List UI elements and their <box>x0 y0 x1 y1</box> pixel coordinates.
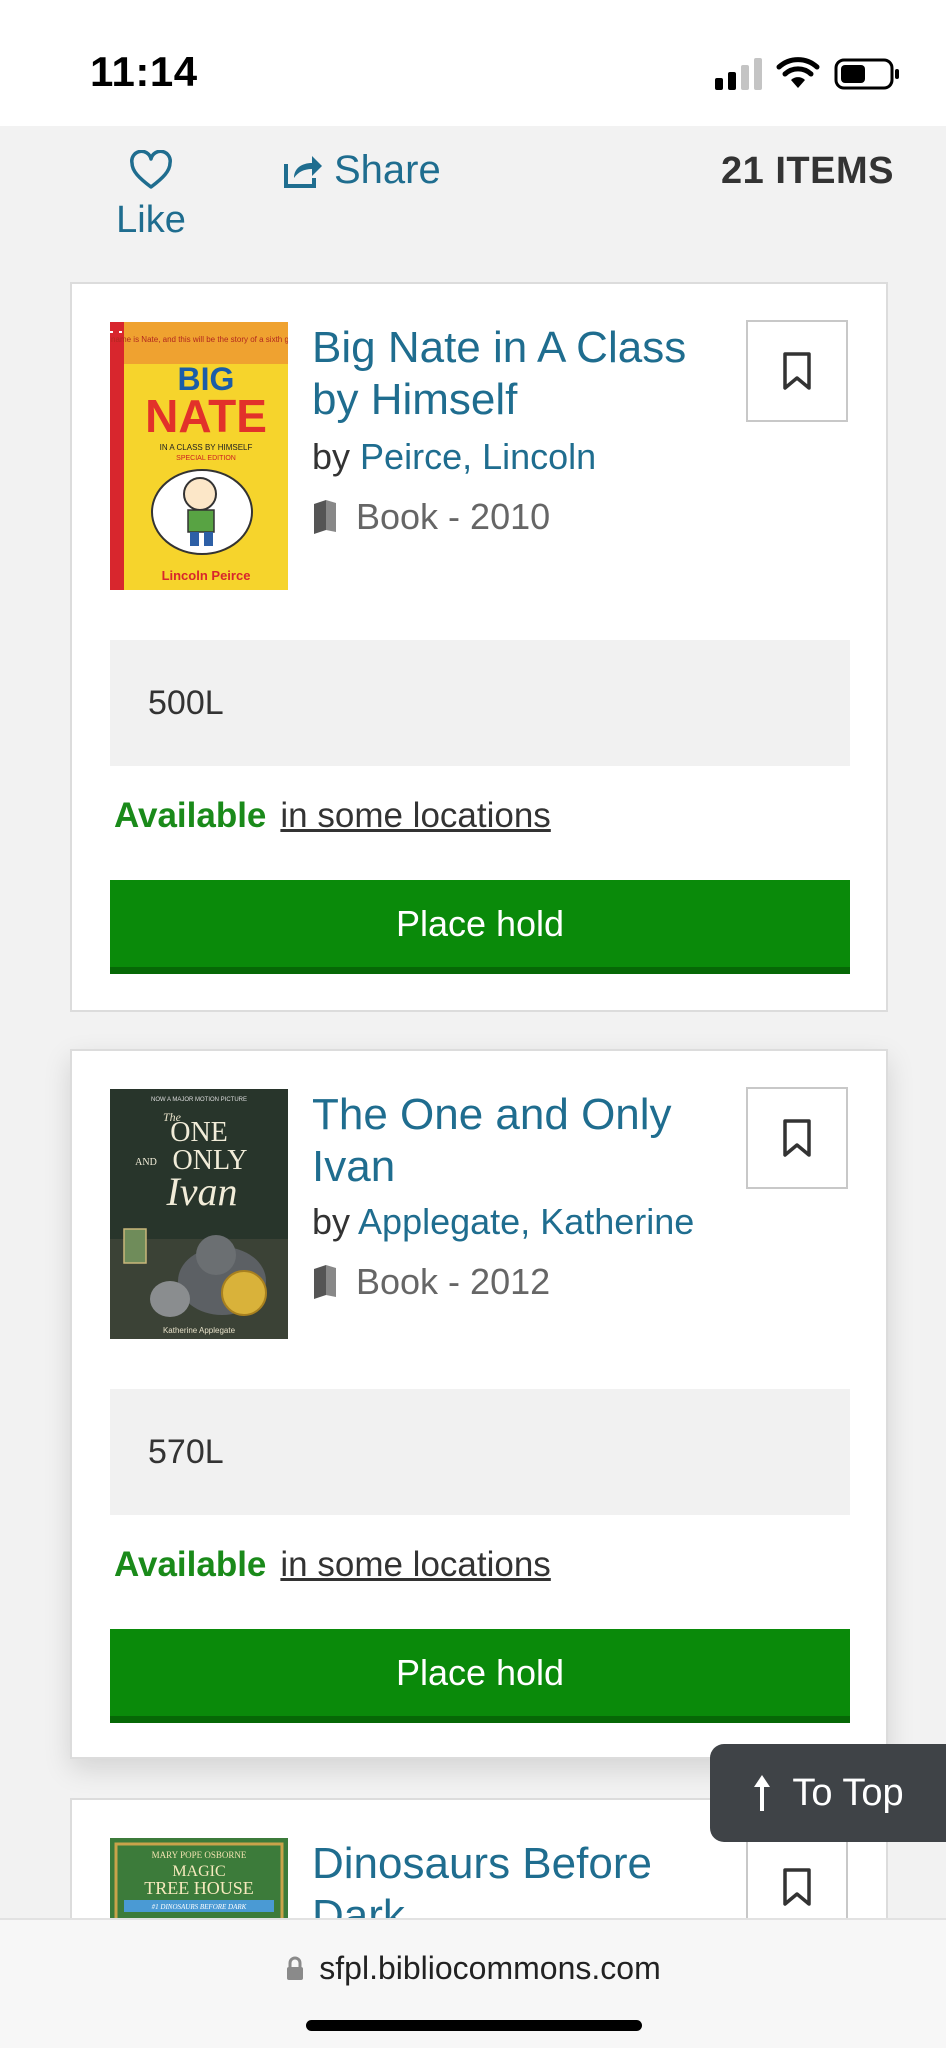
list-item: "My name is Nate, and this will be the s… <box>70 282 888 1012</box>
status-bar: 11:14 <box>0 0 946 126</box>
item-byline: by Applegate, Katherine <box>312 1201 694 1243</box>
author-link[interactable]: Applegate, Katherine <box>358 1201 694 1242</box>
availability-status: Available <box>114 1545 267 1584</box>
format-label: Book - 2010 <box>356 496 551 537</box>
place-hold-button[interactable]: Place hold <box>110 1629 850 1723</box>
item-title-link[interactable]: The One and Only Ivan <box>312 1089 704 1193</box>
list-actions: Like Share 21 ITEMS <box>0 126 946 276</box>
like-label: Like <box>116 199 186 241</box>
book-cover[interactable]: NOW A MAJOR MOTION PICTURE The ONE AND O… <box>110 1089 288 1339</box>
items-count: 21 ITEMS <box>721 150 894 192</box>
url-text: sfpl.bibliocommons.com <box>319 1950 661 1986</box>
cover-author: Katherine Applegate <box>163 1326 236 1335</box>
arrow-up-icon <box>754 1775 771 1811</box>
byline-prefix: by <box>312 436 351 477</box>
bookmark-icon <box>783 1119 811 1157</box>
item-title-link[interactable]: Big Nate in A Class by Himself <box>312 322 704 426</box>
bookmark-button[interactable] <box>746 320 848 422</box>
place-hold-button[interactable]: Place hold <box>110 880 850 974</box>
item-format: Book - 2012 <box>312 1261 550 1303</box>
status-time: 11:14 <box>90 48 198 95</box>
cover-subtitle: IN A CLASS BY HIMSELF <box>160 443 253 452</box>
wifi-icon <box>776 57 820 88</box>
item-format: Book - 2010 <box>312 496 550 538</box>
book-cover[interactable]: "My name is Nate, and this will be the s… <box>110 322 288 590</box>
bookmark-button[interactable] <box>746 1087 848 1189</box>
book-icon <box>314 500 336 534</box>
book-cover-art: "My name is Nate, and this will be the s… <box>110 322 288 590</box>
cover-title-line2: TREE HOUSE <box>144 1878 254 1898</box>
bookmark-icon <box>783 1868 811 1906</box>
locations-link[interactable]: in some locations <box>280 1545 550 1585</box>
share-button[interactable]: Share <box>282 148 441 193</box>
heart-icon <box>130 149 172 189</box>
lexile-level: 570L <box>110 1389 850 1515</box>
author-link[interactable]: Peirce, Lincoln <box>360 436 596 477</box>
cover-and: AND <box>135 1157 157 1168</box>
to-top-button[interactable]: To Top <box>710 1744 946 1842</box>
availability: Available in some locations <box>114 1545 551 1585</box>
lexile-level: 500L <box>110 640 850 766</box>
item-byline: by Peirce, Lincoln <box>312 436 596 478</box>
like-button[interactable]: Like <box>110 149 192 242</box>
cover-one: ONE <box>170 1117 228 1148</box>
byline-prefix: by <box>312 1201 351 1242</box>
battery-icon <box>834 58 899 90</box>
share-label: Share <box>334 148 441 192</box>
to-top-label: To Top <box>792 1771 904 1814</box>
cover-banner: #1 DINOSAURS BEFORE DARK <box>152 1903 247 1911</box>
cover-edition: SPECIAL EDITION <box>176 455 236 462</box>
share-icon <box>284 155 322 188</box>
cellular-signal-icon <box>715 58 762 90</box>
availability: Available in some locations <box>114 796 551 836</box>
home-indicator <box>306 2020 642 2031</box>
book-cover-art: NOW A MAJOR MOTION PICTURE The ONE AND O… <box>110 1089 288 1339</box>
format-label: Book - 2012 <box>356 1261 551 1302</box>
browser-url-bar[interactable]: sfpl.bibliocommons.com <box>0 1918 946 2048</box>
cover-ivan: Ivan <box>165 1169 237 1214</box>
lock-icon <box>287 1956 304 1980</box>
list-item: NOW A MAJOR MOTION PICTURE The ONE AND O… <box>70 1049 888 1759</box>
cover-title-line2: NATE <box>145 390 267 442</box>
book-icon <box>314 1265 336 1299</box>
status-icons <box>715 54 900 94</box>
availability-status: Available <box>114 796 267 835</box>
url-display[interactable]: sfpl.bibliocommons.com <box>0 1950 946 1987</box>
cover-top-line: NOW A MAJOR MOTION PICTURE <box>151 1097 247 1103</box>
bookmark-icon <box>783 352 811 390</box>
locations-link[interactable]: in some locations <box>280 796 550 836</box>
cover-author: MARY POPE OSBORNE <box>152 1850 247 1860</box>
cover-blurb: "My name is Nate, and this will be the s… <box>110 335 288 344</box>
cover-author: Lincoln Peirce <box>162 568 251 583</box>
